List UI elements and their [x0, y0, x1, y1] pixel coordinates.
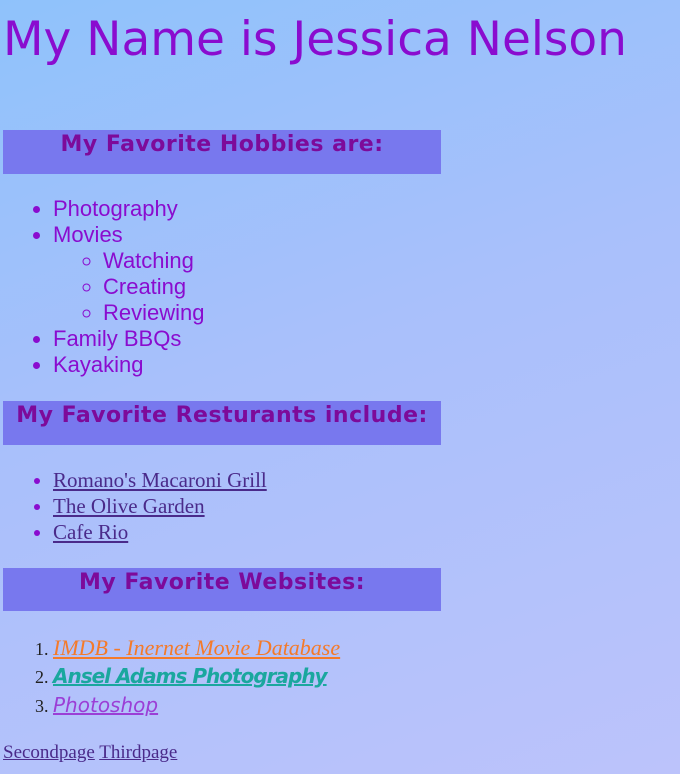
restaurant-link-olive-garden[interactable]: The Olive Garden	[53, 494, 205, 518]
website-link-photoshop[interactable]: Photoshop	[53, 693, 158, 717]
sublist-item-reviewing: Reviewing	[103, 300, 677, 326]
list-item-photography: Photography	[53, 196, 677, 222]
list-item: Ansel Adams Photography	[53, 662, 677, 691]
restaurants-heading: My Favorite Resturants include:	[3, 401, 441, 445]
hobbies-heading: My Favorite Hobbies are:	[3, 130, 441, 174]
secondpage-link[interactable]: Secondpage	[3, 742, 95, 763]
restaurant-link-romanos[interactable]: Romano's Macaroni Grill	[53, 468, 267, 492]
websites-list: IMDB - Inernet Movie Database Ansel Adam…	[3, 633, 677, 720]
page-title: My Name is Jessica Nelson	[3, 12, 627, 67]
list-item-family-bbqs: Family BBQs	[53, 326, 677, 352]
thirdpage-link[interactable]: Thirdpage	[99, 742, 177, 763]
page: My Name is Jessica Nelson My Favorite Ho…	[0, 0, 680, 764]
website-link-ansel-adams[interactable]: Ansel Adams Photography	[53, 664, 328, 688]
website-link-imdb[interactable]: IMDB - Inernet Movie Database	[53, 635, 340, 660]
restaurant-link-cafe-rio[interactable]: Cafe Rio	[53, 520, 128, 544]
movies-sublist: Watching Creating Reviewing	[53, 248, 677, 326]
list-item: Romano's Macaroni Grill	[53, 467, 677, 493]
list-item: IMDB - Inernet Movie Database	[53, 633, 677, 662]
list-item-kayaking: Kayaking	[53, 352, 677, 378]
list-item-movies-label: Movies	[53, 222, 123, 247]
footer-nav: Secondpage Thirdpage	[3, 742, 677, 764]
sublist-item-creating: Creating	[103, 274, 677, 300]
restaurants-list: Romano's Macaroni Grill The Olive Garden…	[3, 467, 677, 545]
hobbies-list: Photography Movies Watching Creating Rev…	[3, 196, 677, 378]
list-item: Photoshop	[53, 691, 677, 720]
sublist-item-watching: Watching	[103, 248, 677, 274]
list-item: The Olive Garden	[53, 493, 677, 519]
list-item: Cafe Rio	[53, 519, 677, 545]
list-item-movies: Movies Watching Creating Reviewing	[53, 222, 677, 326]
websites-heading: My Favorite Websites:	[3, 568, 441, 611]
